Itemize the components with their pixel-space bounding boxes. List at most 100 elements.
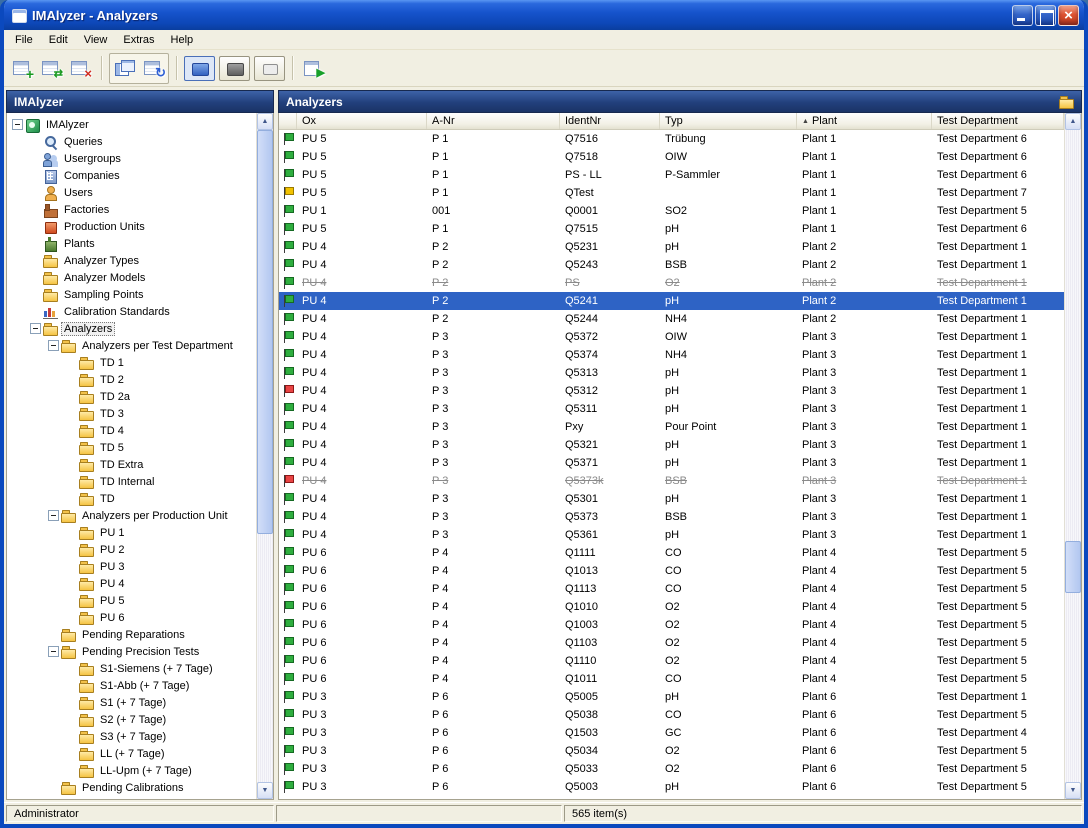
tree-item-pending-precision-tests[interactable]: Pending Precision Tests	[7, 643, 256, 660]
tree-item-usergroups[interactable]: Usergroups	[7, 150, 256, 167]
column-header-ox[interactable]: Ox	[297, 113, 427, 129]
view-detail-button[interactable]	[184, 56, 215, 81]
tree-item-td-2a[interactable]: TD 2a	[7, 388, 256, 405]
tree-item-companies[interactable]: Companies	[7, 167, 256, 184]
tree-item-analyzer-models[interactable]: Analyzer Models	[7, 269, 256, 286]
table-scroll-thumb[interactable]	[1065, 541, 1081, 593]
table-row[interactable]: PU 4P 2Q5241pHPlant 2Test Department 1	[279, 292, 1064, 310]
table-scroll-track[interactable]	[1065, 130, 1081, 782]
tree-item-production-units[interactable]: Production Units	[7, 218, 256, 235]
refresh-button[interactable]: ↻	[140, 55, 167, 82]
tree-collapse-icon[interactable]	[30, 323, 41, 334]
tree-item-analyzers[interactable]: Analyzers	[7, 320, 256, 337]
panel-folder-icon[interactable]	[1059, 95, 1074, 109]
maximize-button[interactable]	[1035, 5, 1056, 26]
table-row[interactable]: PU 4P 2Q5243BSBPlant 2Test Department 1	[279, 256, 1064, 274]
table-row[interactable]: PU 3P 6Q1503GCPlant 6Test Department 4	[279, 724, 1064, 742]
column-header-anr[interactable]: A-Nr	[427, 113, 560, 129]
tree-item-pu-6[interactable]: PU 6	[7, 609, 256, 626]
view-small-button[interactable]	[254, 56, 285, 81]
tree-scroll-up-button[interactable]: ▲	[257, 113, 273, 130]
table-row[interactable]: PU 6P 4Q1110O2Plant 4Test Department 5	[279, 652, 1064, 670]
table-row[interactable]: PU 4P 3Q5313pHPlant 3Test Department 1	[279, 364, 1064, 382]
tree-item-td-extra[interactable]: TD Extra	[7, 456, 256, 473]
tree-item-td-internal[interactable]: TD Internal	[7, 473, 256, 490]
tree-collapse-icon[interactable]	[48, 510, 59, 521]
table-row[interactable]: PU 6P 4Q1013COPlant 4Test Department 5	[279, 562, 1064, 580]
tree-item-users[interactable]: Users	[7, 184, 256, 201]
column-header-typ[interactable]: Typ	[660, 113, 797, 129]
menu-edit[interactable]: Edit	[41, 30, 76, 49]
close-button[interactable]	[1058, 5, 1079, 26]
tree-item-pending-reparations[interactable]: Pending Reparations	[7, 626, 256, 643]
tree-item-analyzers-per-test-department[interactable]: Analyzers per Test Department	[7, 337, 256, 354]
minimize-button[interactable]	[1012, 5, 1033, 26]
tree-item-analyzer-types[interactable]: Analyzer Types	[7, 252, 256, 269]
table-row[interactable]: PU 3P 6Q5005pHPlant 6Test Department 1	[279, 688, 1064, 706]
table-row[interactable]: PU 3P 6Q5038COPlant 6Test Department 5	[279, 706, 1064, 724]
table-row[interactable]: PU 4P 2PSO2Plant 2Test Department 1	[279, 274, 1064, 292]
view-medium-button[interactable]	[219, 56, 250, 81]
table-row[interactable]: PU 1001Q0001SO2Plant 1Test Department 5	[279, 202, 1064, 220]
table-row[interactable]: PU 6P 4Q1103O2Plant 4Test Department 5	[279, 634, 1064, 652]
delete-record-button[interactable]: ×	[67, 55, 94, 82]
edit-record-button[interactable]: ⇄	[38, 55, 65, 82]
table-scrollbar[interactable]: ▲ ▼	[1064, 113, 1081, 799]
tree-item-td-4[interactable]: TD 4	[7, 422, 256, 439]
tree-item-imalyzer[interactable]: IMAlyzer	[7, 116, 256, 133]
table-row[interactable]: PU 5P 1QTestPlant 1Test Department 7	[279, 184, 1064, 202]
tree-collapse-icon[interactable]	[48, 646, 59, 657]
layout-button[interactable]	[111, 55, 138, 82]
table-scroll-up-button[interactable]: ▲	[1065, 113, 1081, 130]
menu-view[interactable]: View	[76, 30, 116, 49]
tree-item-pu-2[interactable]: PU 2	[7, 541, 256, 558]
title-bar[interactable]: IMAlyzer - Analyzers	[4, 0, 1084, 30]
tree-item-td-5[interactable]: TD 5	[7, 439, 256, 456]
table-row[interactable]: PU 4P 3Q5301pHPlant 3Test Department 1	[279, 490, 1064, 508]
tree-item-td-3[interactable]: TD 3	[7, 405, 256, 422]
tree-item-pu-4[interactable]: PU 4	[7, 575, 256, 592]
tree-item-td-1[interactable]: TD 1	[7, 354, 256, 371]
tree-item-td-2[interactable]: TD 2	[7, 371, 256, 388]
tree-item-calibration-standards[interactable]: Calibration Standards	[7, 303, 256, 320]
table-row[interactable]: PU 5P 1Q7518OIWPlant 1Test Department 6	[279, 148, 1064, 166]
tree-item-s1-abb-7-tage[interactable]: S1-Abb (+ 7 Tage)	[7, 677, 256, 694]
tree-item-analyzers-per-production-unit[interactable]: Analyzers per Production Unit	[7, 507, 256, 524]
tree-item-s2-7-tage[interactable]: S2 (+ 7 Tage)	[7, 711, 256, 728]
table-row[interactable]: PU 6P 4Q1003O2Plant 4Test Department 5	[279, 616, 1064, 634]
column-header-ident[interactable]: IdentNr	[560, 113, 660, 129]
table-row[interactable]: PU 3P 6Q5034O2Plant 6Test Department 5	[279, 742, 1064, 760]
tree-collapse-icon[interactable]	[48, 340, 59, 351]
tree-item-s1-7-tage[interactable]: S1 (+ 7 Tage)	[7, 694, 256, 711]
table-row[interactable]: PU 6P 4Q1010O2Plant 4Test Department 5	[279, 598, 1064, 616]
table-scroll-down-button[interactable]: ▼	[1065, 782, 1081, 799]
tree-scrollbar[interactable]: ▲ ▼	[256, 113, 273, 799]
table-row[interactable]: PU 4P 3Q5371pHPlant 3Test Department 1	[279, 454, 1064, 472]
table-row[interactable]: PU 4P 3Q5312pHPlant 3Test Department 1	[279, 382, 1064, 400]
column-header-plant[interactable]: ▲Plant	[797, 113, 932, 129]
tree-scroll-down-button[interactable]: ▼	[257, 782, 273, 799]
table-row[interactable]: PU 4P 2Q5231pHPlant 2Test Department 1	[279, 238, 1064, 256]
column-header-flag[interactable]	[279, 113, 297, 129]
tree-collapse-icon[interactable]	[12, 119, 23, 130]
table-row[interactable]: PU 5P 1Q7515pHPlant 1Test Department 6	[279, 220, 1064, 238]
table-row[interactable]: PU 6P 4Q1113COPlant 4Test Department 5	[279, 580, 1064, 598]
table-row[interactable]: PU 4P 2Q5244NH4Plant 2Test Department 1	[279, 310, 1064, 328]
table-row[interactable]: PU 3P 6Q5033O2Plant 6Test Department 5	[279, 760, 1064, 778]
table-row[interactable]: PU 4P 3Q5374NH4Plant 3Test Department 1	[279, 346, 1064, 364]
tree-item-s1-siemens-7-tage[interactable]: S1-Siemens (+ 7 Tage)	[7, 660, 256, 677]
tree-item-queries[interactable]: Queries	[7, 133, 256, 150]
table-row[interactable]: PU 4P 3Q5373kBSBPlant 3Test Department 1	[279, 472, 1064, 490]
tree-item-pending-calibrations[interactable]: Pending Calibrations	[7, 779, 256, 796]
table-row[interactable]: PU 5P 1Q7516TrübungPlant 1Test Departmen…	[279, 130, 1064, 148]
tree-item-ll-7-tage[interactable]: LL (+ 7 Tage)	[7, 745, 256, 762]
table-row[interactable]: PU 3P 6Q5003pHPlant 6Test Department 5	[279, 778, 1064, 796]
tree-item-td[interactable]: TD	[7, 490, 256, 507]
tree-item-pu-5[interactable]: PU 5	[7, 592, 256, 609]
table-row[interactable]: PU 4P 3Q5372OIWPlant 3Test Department 1	[279, 328, 1064, 346]
tree-item-pu-3[interactable]: PU 3	[7, 558, 256, 575]
menu-file[interactable]: File	[7, 30, 41, 49]
tree-item-s3-7-tage[interactable]: S3 (+ 7 Tage)	[7, 728, 256, 745]
column-header-dept[interactable]: Test Department	[932, 113, 1064, 129]
table-row[interactable]: PU 6P 4Q1011COPlant 4Test Department 5	[279, 670, 1064, 688]
